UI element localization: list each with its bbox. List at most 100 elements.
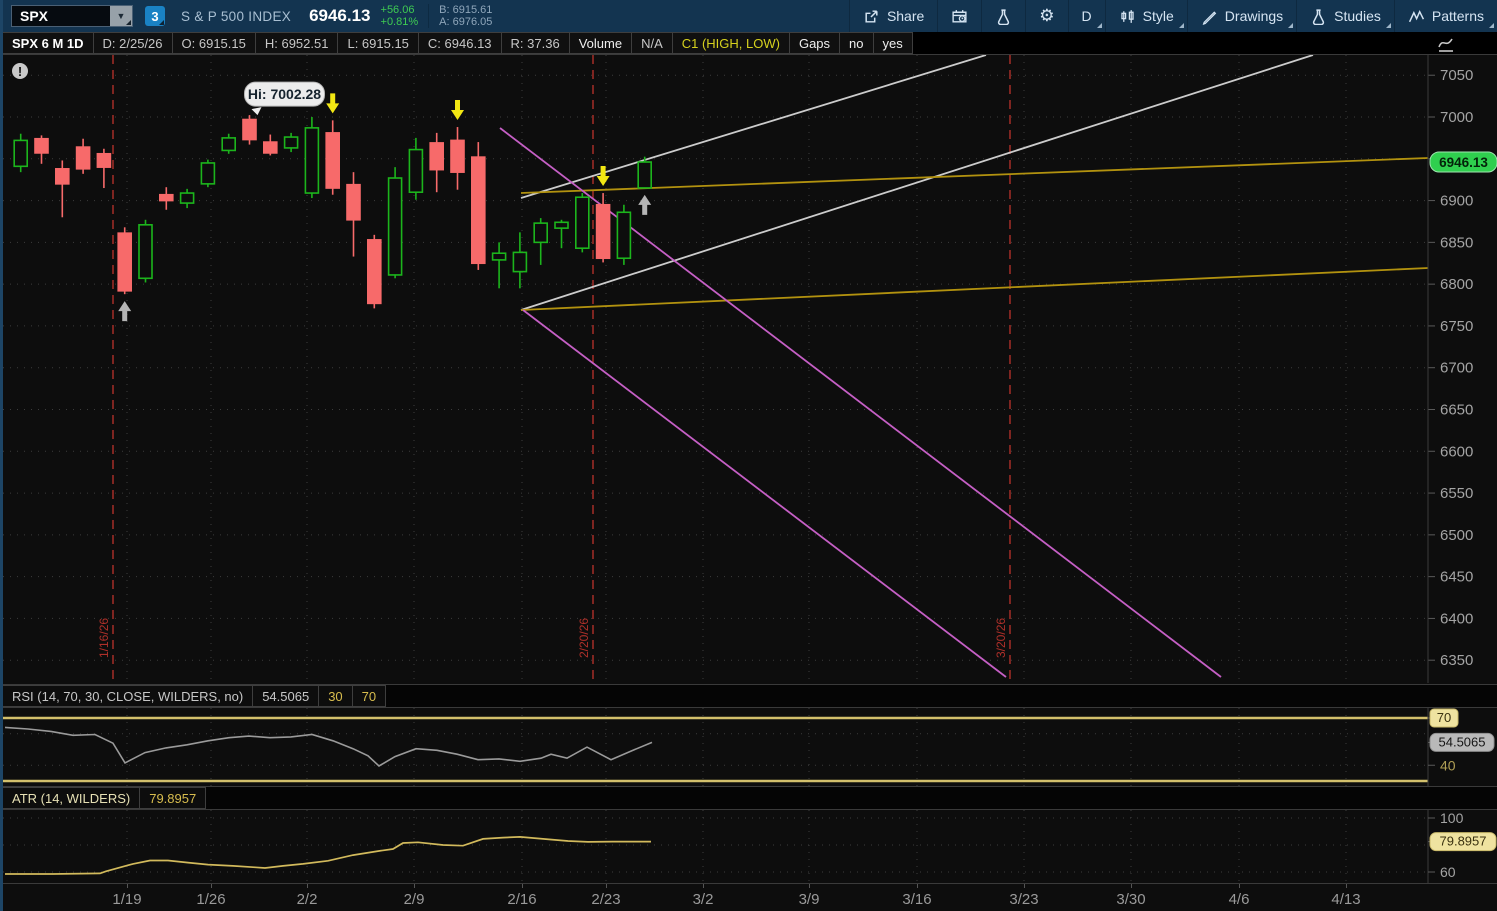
- toolbar-button-patterns[interactable]: Patterns: [1394, 0, 1497, 32]
- candle-body-1/23: [181, 193, 194, 203]
- chart-mode-icon[interactable]: [1436, 35, 1460, 53]
- time-label: 1/19: [97, 891, 157, 908]
- ohlc-cell: R: 37.36: [501, 32, 570, 54]
- time-label: 2/23: [576, 891, 636, 908]
- change-percent: +0.81%: [381, 16, 419, 28]
- axis-label: 6900: [1440, 193, 1473, 210]
- axis-label: 7050: [1440, 67, 1473, 84]
- candle-body-2/17: [513, 252, 526, 271]
- chevron-down-icon[interactable]: ▼: [110, 6, 132, 26]
- candle-body-1/29: [264, 142, 277, 153]
- trendline-yellow[interactable]: [521, 268, 1428, 310]
- ohlc-cell: C: 6946.13: [418, 32, 502, 54]
- toolbar-button-ondemand-icon[interactable]: [937, 0, 981, 32]
- bid-ask: B: 6915.61 A: 6976.05: [439, 4, 492, 28]
- trendline-white[interactable]: [521, 55, 986, 198]
- toolbar-button-gear-icon[interactable]: ⚙: [1025, 0, 1067, 32]
- axis-label: 79.8957: [1440, 834, 1487, 849]
- patterns-icon: [1408, 8, 1425, 25]
- axis-label: 100: [1440, 810, 1464, 826]
- rsi-header-cell[interactable]: 30: [318, 685, 352, 707]
- axis-label: 70: [1437, 710, 1451, 725]
- candle-body-1/12: [14, 140, 27, 166]
- candle-body-1/20: [118, 233, 131, 291]
- ohlc-cell: L: 6915.15: [337, 32, 418, 54]
- ohlc-info-bar: SPX 6 M 1DD: 2/25/26O: 6915.15H: 6952.51…: [3, 32, 1497, 55]
- atr-study-header: ATR (14, WILDERS)79.8957: [3, 786, 1497, 810]
- time-tick: [127, 884, 128, 888]
- rsi-header-cell[interactable]: RSI (14, 70, 30, CLOSE, WILDERS, no): [2, 685, 253, 707]
- axis-label: 6650: [1440, 401, 1473, 418]
- candle-body-2/6: [389, 178, 402, 275]
- candle-body-2/25: [638, 162, 651, 188]
- ohlc-cell[interactable]: no: [839, 32, 873, 54]
- rsi-header-cell[interactable]: 70: [352, 685, 386, 707]
- atr-pane-canvas[interactable]: 100 79.8957 60: [3, 810, 1497, 883]
- candlestick-icon: [1119, 8, 1136, 25]
- toolbar-button-studies[interactable]: Studies: [1296, 0, 1394, 32]
- candle-body-1/28: [243, 120, 256, 140]
- time-label: 3/9: [779, 891, 839, 908]
- ohlc-cell[interactable]: yes: [873, 32, 913, 54]
- axis-label: 60: [1440, 864, 1456, 880]
- candle-body-2/10: [430, 143, 443, 170]
- chart-toolbar: Share ⚙DStyle Drawings Studies Patterns: [849, 0, 1497, 32]
- toolbar-button-style[interactable]: Style: [1105, 0, 1187, 32]
- axis-label: 7000: [1440, 109, 1473, 126]
- toolbar-button-flask-icon[interactable]: [981, 0, 1025, 32]
- event-line-label: 1/16/26: [97, 618, 111, 658]
- toolbar-button-label: Drawings: [1225, 8, 1283, 24]
- time-label: 1/26: [181, 891, 241, 908]
- signal-arrow-up-icon: [118, 301, 131, 321]
- rsi-pane-canvas[interactable]: 7054.506540: [3, 708, 1497, 786]
- time-label: 2/2: [277, 891, 337, 908]
- main-chart-canvas[interactable]: 7050700069506900685068006750670066506600…: [3, 55, 1497, 683]
- time-tick: [1239, 884, 1240, 888]
- toolbar-button-label: Studies: [1334, 8, 1381, 24]
- candle-body-1/21: [139, 225, 152, 278]
- pencil-icon: [1201, 8, 1218, 25]
- ohlc-cell: N/A: [631, 32, 673, 54]
- toolbar-button-share[interactable]: Share: [849, 0, 937, 32]
- time-label: 4/13: [1316, 891, 1376, 908]
- time-axis[interactable]: 1/191/262/22/92/162/233/23/93/163/233/30…: [3, 883, 1497, 911]
- time-tick: [307, 884, 308, 888]
- time-tick: [809, 884, 810, 888]
- ohlc-cell: C1 (HIGH, LOW): [672, 32, 790, 54]
- symbol-selector[interactable]: SPX ▼: [11, 5, 133, 27]
- symbol-text: SPX: [12, 6, 110, 26]
- event-line-label: 2/20/26: [577, 618, 591, 658]
- candle-body-2/18: [534, 223, 547, 242]
- rsi-line: [5, 727, 652, 766]
- axis-label: 6800: [1440, 276, 1473, 293]
- hi-tooltip-text: Hi: 7002.28: [248, 86, 321, 102]
- axis-label: 6450: [1440, 569, 1473, 586]
- rsi-header-cell: 54.5065: [252, 685, 319, 707]
- axis-label: 6946.13: [1439, 155, 1488, 170]
- atr-header-cell: 79.8957: [139, 787, 206, 809]
- time-label: 2/9: [384, 891, 444, 908]
- time-label: 3/23: [994, 891, 1054, 908]
- change-value: +56.06: [381, 4, 419, 16]
- divider: [428, 4, 429, 28]
- axis-label: !: [18, 64, 22, 79]
- atr-header-cell[interactable]: ATR (14, WILDERS): [2, 787, 140, 809]
- ohlc-cell: H: 6952.51: [255, 32, 339, 54]
- candle-body-2/23: [597, 205, 610, 258]
- last-price: 6946.13: [309, 6, 370, 26]
- time-tick: [211, 884, 212, 888]
- axis-label: 6700: [1440, 360, 1473, 377]
- trendline-purple[interactable]: [523, 310, 1006, 677]
- toolbar-button-d[interactable]: D: [1068, 0, 1105, 32]
- atr-line: [5, 837, 651, 874]
- toolbar-button-drawings[interactable]: Drawings: [1187, 0, 1296, 32]
- time-tick: [1346, 884, 1347, 888]
- link-badge[interactable]: 3: [145, 6, 165, 26]
- axis-label: 6850: [1440, 234, 1473, 251]
- top-toolbar: SPX ▼ 3 S & P 500 INDEX 6946.13 +56.06 +…: [3, 0, 1497, 32]
- candle-body-2/20: [576, 197, 589, 248]
- candle-body-2/24: [617, 212, 630, 258]
- axis-label: 6750: [1440, 318, 1473, 335]
- candle-body-2/5: [368, 240, 381, 304]
- time-tick: [1024, 884, 1025, 888]
